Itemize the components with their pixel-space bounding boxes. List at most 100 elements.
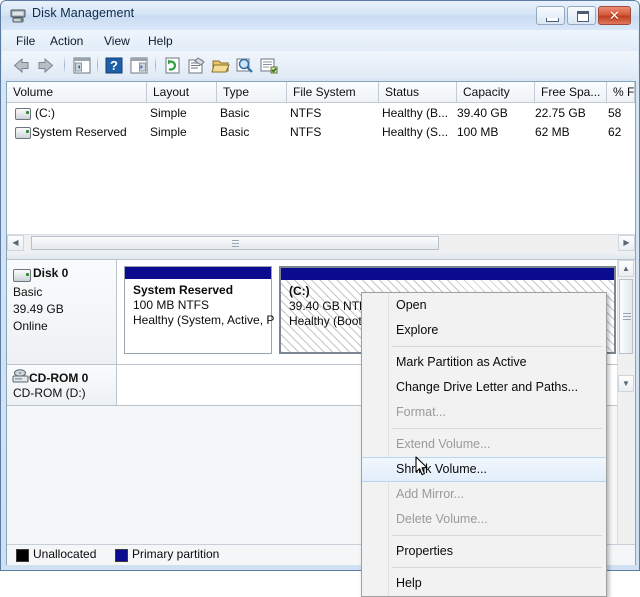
partition-status: Healthy (System, Active, P — [133, 313, 271, 328]
disk-name: CD-ROM 0 — [29, 371, 88, 385]
menu-view[interactable]: View — [98, 33, 136, 49]
properties-icon[interactable] — [186, 55, 208, 76]
partition-system-reserved[interactable]: System Reserved 100 MB NTFS Healthy (Sys… — [124, 266, 272, 354]
table-row[interactable]: System Reserved Simple Basic NTFS Health… — [7, 123, 635, 141]
cell-capacity: 39.40 GB — [457, 104, 533, 122]
volume-icon — [15, 127, 31, 139]
legend-label-primary-partition: Primary partition — [132, 547, 219, 562]
column-header-volume[interactable]: Volume — [7, 82, 147, 102]
cell-layout: Simple — [150, 123, 216, 141]
minimize-icon — [546, 18, 559, 22]
scroll-right-arrow-icon[interactable]: ▶ — [618, 235, 635, 251]
menu-separator-4 — [392, 567, 602, 568]
maximize-button[interactable] — [567, 6, 596, 25]
disk-size: 39.49 GB — [13, 302, 64, 316]
svg-text:?: ? — [110, 58, 118, 73]
menu-file[interactable]: File — [10, 33, 41, 49]
cell-volume: (C:) — [35, 104, 145, 122]
toolbar-separator-3 — [155, 56, 156, 74]
cell-free-space: 62 MB — [535, 123, 605, 141]
disk-header-disk0[interactable]: Disk 0 Basic 39.49 GB Online — [7, 260, 117, 364]
column-header-percent-free[interactable]: % F — [607, 82, 635, 102]
volume-icon — [15, 108, 31, 120]
cell-status: Healthy (B... — [382, 104, 458, 122]
vertical-scrollbar-thumb[interactable] — [619, 279, 633, 354]
cell-capacity: 100 MB — [457, 123, 533, 141]
cell-type: Basic — [220, 104, 286, 122]
menu-item-explore[interactable]: Explore — [362, 318, 606, 343]
cell-percent-free: 58 — [608, 104, 634, 122]
partition-size-fs: 100 MB NTFS — [133, 298, 271, 313]
menu-item-help[interactable]: Help — [362, 571, 606, 596]
partition-label: System Reserved — [133, 283, 271, 298]
column-header-file-system[interactable]: File System — [287, 82, 379, 102]
menu-item-shrink-volume[interactable]: Shrink Volume... — [362, 457, 606, 482]
scrollbar-grip-icon — [623, 313, 631, 321]
menu-help[interactable]: Help — [142, 33, 179, 49]
menu-bar: File Action View Help — [2, 30, 638, 51]
menu-item-extend-volume: Extend Volume... — [362, 432, 606, 457]
menu-item-change-drive-letter[interactable]: Change Drive Letter and Paths... — [362, 375, 606, 400]
legend-swatch-primary-partition — [115, 549, 128, 562]
partition-color-bar — [281, 268, 614, 280]
column-header-capacity[interactable]: Capacity — [457, 82, 535, 102]
partition-color-bar — [125, 267, 271, 279]
context-menu[interactable]: Open Explore Mark Partition as Active Ch… — [361, 292, 607, 597]
horizontal-scrollbar[interactable]: ◀ ▶ — [7, 234, 635, 252]
menu-separator-2 — [392, 428, 602, 429]
disk-management-window: Disk Management ✕ File Action View Help … — [0, 0, 640, 571]
menu-item-delete-volume: Delete Volume... — [362, 507, 606, 532]
menu-item-add-mirror: Add Mirror... — [362, 482, 606, 507]
cell-type: Basic — [220, 123, 286, 141]
rescan-disks-icon[interactable] — [234, 55, 256, 76]
menu-item-format: Format... — [362, 400, 606, 425]
cell-file-system: NTFS — [290, 104, 378, 122]
menu-separator-1 — [392, 346, 602, 347]
scroll-up-arrow-icon[interactable]: ▲ — [618, 260, 634, 277]
menu-item-open[interactable]: Open — [362, 293, 606, 318]
forward-arrow-icon[interactable] — [35, 55, 57, 76]
column-header-type[interactable]: Type — [217, 82, 287, 102]
cell-status: Healthy (S... — [382, 123, 458, 141]
menu-separator-3 — [392, 535, 602, 536]
maximize-icon — [577, 11, 589, 22]
disk-status: Online — [13, 319, 48, 333]
scroll-down-arrow-icon[interactable]: ▼ — [618, 375, 634, 392]
cell-volume: System Reserved — [32, 123, 147, 141]
cell-layout: Simple — [150, 104, 216, 122]
menu-action[interactable]: Action — [44, 33, 89, 49]
volume-list[interactable]: Volume Layout Type File System Status Ca… — [7, 82, 635, 234]
minimize-button[interactable] — [536, 6, 565, 25]
back-arrow-icon[interactable] — [10, 55, 32, 76]
all-tasks-icon[interactable] — [258, 55, 280, 76]
legend-label-unallocated: Unallocated — [33, 547, 96, 562]
vertical-scrollbar[interactable]: ▲ ▼ — [617, 260, 635, 563]
close-button[interactable]: ✕ — [598, 6, 631, 25]
disk-header-cdrom0[interactable]: CD-ROM 0 CD-ROM (D:) — [7, 365, 117, 405]
disk-icon — [13, 269, 31, 282]
horizontal-scrollbar-thumb[interactable] — [31, 236, 439, 250]
show-hide-action-pane-icon[interactable] — [128, 55, 150, 76]
cdrom-icon — [12, 369, 29, 383]
mouse-cursor-icon — [415, 456, 429, 477]
cell-free-space: 22.75 GB — [535, 104, 605, 122]
cell-percent-free: 62 — [608, 123, 634, 141]
legend-swatch-unallocated — [16, 549, 29, 562]
show-hide-tree-icon[interactable] — [71, 55, 93, 76]
window-title: Disk Management — [32, 6, 134, 20]
menu-item-properties[interactable]: Properties — [362, 539, 606, 564]
title-bar[interactable]: Disk Management ✕ — [1, 1, 639, 30]
disk-name: Disk 0 — [33, 266, 68, 280]
refresh-icon[interactable] — [162, 55, 184, 76]
menu-item-mark-partition-active[interactable]: Mark Partition as Active — [362, 350, 606, 375]
column-header-status[interactable]: Status — [379, 82, 457, 102]
open-folder-icon[interactable] — [210, 55, 232, 76]
column-header-layout[interactable]: Layout — [147, 82, 217, 102]
help-icon[interactable]: ? — [103, 55, 125, 76]
column-header-free-space[interactable]: Free Spa... — [535, 82, 607, 102]
disk-management-icon — [10, 8, 26, 23]
cell-file-system: NTFS — [290, 123, 378, 141]
pane-splitter[interactable] — [7, 251, 635, 259]
scroll-left-arrow-icon[interactable]: ◀ — [7, 235, 24, 251]
table-row[interactable]: (C:) Simple Basic NTFS Healthy (B... 39.… — [7, 104, 635, 122]
